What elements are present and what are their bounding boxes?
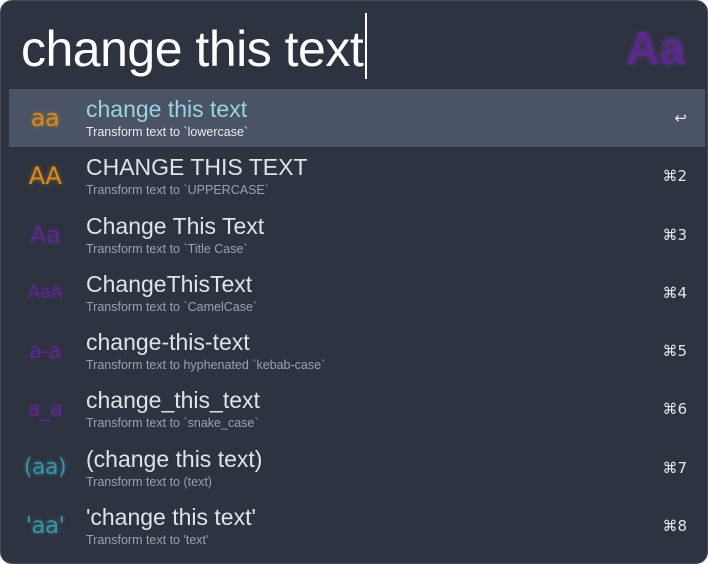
camel-case-icon: AaA: [27, 282, 63, 304]
result-subtitle: Transform text to `UPPERCASE`: [86, 183, 269, 198]
return-key-icon: ↩: [674, 109, 687, 127]
result-shortcut: ⌘8: [662, 517, 687, 536]
search-query-text: change this text: [21, 21, 364, 77]
result-row-snake-case[interactable]: a_a change_this_text Transform text to `…: [9, 380, 705, 438]
snake-case-icon: a_a: [27, 397, 63, 422]
result-row-kebab-case[interactable]: a-a change-this-text Transform text to h…: [9, 322, 705, 380]
launcher-window: change this text Aa aa change this text …: [0, 0, 708, 564]
result-subtitle: Transform text to hyphenated `kebab-case…: [86, 358, 326, 373]
quotes-icon: 'aa': [25, 513, 65, 540]
result-shortcut: ⌘7: [662, 458, 687, 477]
result-title: Change This Text: [86, 212, 265, 239]
uppercase-icon: AA: [28, 162, 62, 191]
result-row-title-case[interactable]: Aa Change This Text Transform text to `T…: [9, 206, 705, 264]
result-title: change_this_text: [86, 387, 260, 414]
result-shortcut: ⌘6: [662, 400, 687, 419]
result-title: change this text: [86, 96, 248, 122]
result-row-quotes[interactable]: 'aa' 'change this text' Transform text t…: [9, 497, 705, 555]
result-shortcut: ⌘2: [662, 167, 687, 186]
case-transform-app-icon: Aa: [626, 22, 685, 74]
result-subtitle: Transform text to `CamelCase`: [86, 299, 258, 314]
result-subtitle: Transform text to `Title Case`: [86, 241, 248, 256]
result-subtitle: Transform text to `snake_case`: [86, 416, 259, 431]
result-subtitle: Transform text to (text): [86, 474, 212, 489]
result-title: 'change this text': [86, 504, 256, 531]
result-subtitle: Transform text to `lowercase`: [86, 125, 249, 139]
result-title: ChangeThisText: [86, 270, 253, 297]
result-subtitle: Transform text to 'text': [86, 533, 209, 548]
lowercase-icon: aa: [30, 104, 60, 132]
result-shortcut: ⌘3: [662, 225, 687, 244]
result-title: (change this text): [86, 445, 263, 472]
result-shortcut: ⌘5: [662, 342, 687, 361]
parentheses-icon: (aa): [23, 455, 67, 481]
result-row-lowercase[interactable]: aa change this text Transform text to `l…: [9, 89, 705, 148]
kebab-case-icon: a-a: [29, 339, 61, 364]
title-case-icon: Aa: [29, 220, 61, 249]
search-bar[interactable]: change this text Aa: [1, 1, 707, 87]
result-row-uppercase[interactable]: AA CHANGE THIS TEXT Transform text to `U…: [9, 147, 705, 205]
result-shortcut: ⌘4: [662, 283, 687, 302]
result-row-camel-case[interactable]: AaA ChangeThisText Transform text to `Ca…: [9, 264, 705, 322]
search-input[interactable]: change this text: [21, 13, 368, 79]
results-list: aa change this text Transform text to `l…: [9, 89, 705, 555]
result-title: CHANGE THIS TEXT: [86, 154, 308, 181]
text-caret: [365, 13, 368, 79]
result-title: change-this-text: [86, 329, 250, 356]
result-row-parentheses[interactable]: (aa) (change this text) Transform text t…: [9, 439, 705, 497]
